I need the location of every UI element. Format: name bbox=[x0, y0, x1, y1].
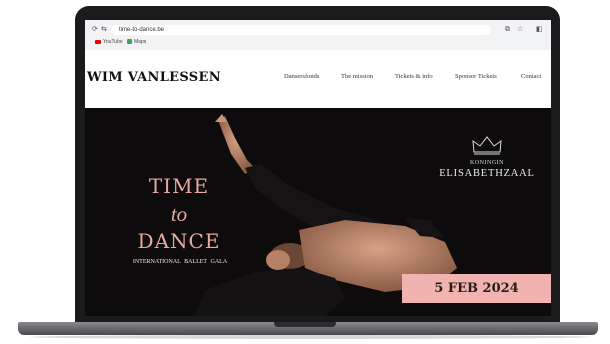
laptop-screen: ⟳ ⇆ time-to-dance.be ⧉ ☆ ◧ YouTube Maps … bbox=[85, 20, 551, 316]
hero-banner: TIME to DANCE INTERNATIONAL BALLET GALA … bbox=[85, 108, 551, 316]
hero-title-dance: DANCE bbox=[137, 229, 221, 253]
nav-dansersfonds[interactable]: Dansersfonds bbox=[284, 73, 319, 80]
nav-contact[interactable]: Contact bbox=[521, 73, 541, 80]
venue-prefix: KONINGIN bbox=[470, 160, 504, 166]
event-date: 5 FEB 2024 bbox=[434, 281, 519, 296]
laptop-shadow bbox=[30, 335, 590, 339]
bookmark-maps[interactable]: Maps bbox=[127, 37, 146, 47]
venue-name: ELISABETHZAAL bbox=[439, 168, 535, 179]
bookmark-label: Maps bbox=[134, 39, 147, 45]
nav-the-mission[interactable]: The mission bbox=[341, 73, 373, 80]
url-text: time-to-dance.be bbox=[119, 27, 165, 33]
event-date-badge: 5 FEB 2024 bbox=[402, 274, 551, 303]
laptop-frame: ⟳ ⇆ time-to-dance.be ⧉ ☆ ◧ YouTube Maps … bbox=[0, 0, 610, 344]
translate-icon[interactable]: ⧉ bbox=[505, 25, 510, 34]
site-info-icon[interactable]: ⇆ bbox=[101, 25, 107, 33]
laptop-notch bbox=[274, 322, 336, 327]
site-logo[interactable]: WIM VANLESSEN bbox=[87, 70, 221, 85]
browser-toolbar: ⟳ ⇆ time-to-dance.be ⧉ ☆ ◧ bbox=[85, 24, 551, 36]
browser-chrome: ⟳ ⇆ time-to-dance.be ⧉ ☆ ◧ YouTube Maps bbox=[85, 20, 551, 51]
crown-icon bbox=[472, 136, 502, 155]
maps-icon bbox=[127, 39, 132, 45]
reload-icon[interactable]: ⟳ bbox=[92, 25, 98, 33]
hero-title-time: TIME bbox=[148, 174, 210, 198]
bookmark-youtube[interactable]: YouTube bbox=[95, 37, 123, 47]
side-panel-icon[interactable]: ◧ bbox=[536, 25, 543, 33]
star-icon[interactable]: ☆ bbox=[517, 25, 523, 33]
nav-tickets-info[interactable]: Tickets & info bbox=[395, 73, 433, 80]
address-bar[interactable]: time-to-dance.be bbox=[111, 25, 491, 35]
site-header: WIM VANLESSEN Dansersfonds The mission T… bbox=[85, 50, 551, 108]
hero-subtitle: INTERNATIONAL BALLET GALA bbox=[132, 259, 228, 265]
youtube-icon bbox=[95, 39, 101, 44]
nav-sponsor-tickets[interactable]: Sponsor Tickets bbox=[455, 73, 497, 80]
bookmark-label: YouTube bbox=[103, 39, 123, 45]
hero-title-to: to bbox=[170, 202, 188, 226]
